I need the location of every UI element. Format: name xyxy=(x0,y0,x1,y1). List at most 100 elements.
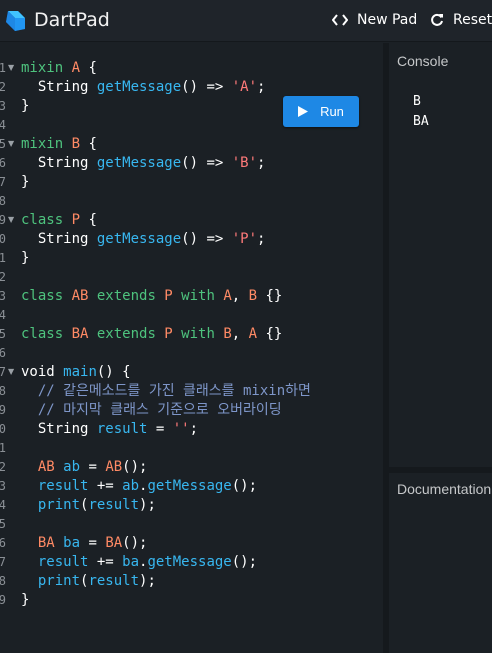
code-token: B xyxy=(248,288,258,304)
code-token: A xyxy=(71,60,81,76)
line-number: 3 xyxy=(0,479,6,493)
code-token: // 마지막 클래스 기준으로 오버라이딩 xyxy=(21,402,282,418)
line-number: 9 xyxy=(0,213,6,227)
code-token: P xyxy=(164,288,173,304)
code-line[interactable]: class AB extends P with A, B {} xyxy=(21,287,282,306)
console-panel: Console B BA xyxy=(389,43,492,467)
line-number: 5 xyxy=(0,137,6,151)
code-token: } xyxy=(21,98,30,114)
code-line[interactable]: } xyxy=(21,591,29,610)
code-token: { xyxy=(80,136,97,152)
code-line[interactable]: mixin A { xyxy=(21,59,97,78)
code-line[interactable]: // 같은메소드를 가진 클래스를 mixin하면 xyxy=(21,382,311,401)
code-token: String xyxy=(21,421,97,437)
run-button[interactable]: Run xyxy=(283,96,359,127)
code-line[interactable]: AB ab = AB(); xyxy=(21,458,148,477)
code-token: ); xyxy=(139,573,156,589)
code-token: B xyxy=(71,136,81,152)
console-output-line: B xyxy=(413,94,421,109)
code-token: AB xyxy=(105,459,123,475)
code-token: (); xyxy=(122,535,148,551)
code-token: result xyxy=(88,573,140,589)
code-token: } xyxy=(21,250,30,266)
console-output-line: BA xyxy=(413,114,429,129)
line-number: 7 xyxy=(0,555,6,569)
line-number: 1 xyxy=(0,61,6,75)
code-token: } xyxy=(21,174,30,190)
code-line[interactable]: mixin B { xyxy=(21,135,97,154)
code-token: () => xyxy=(181,79,232,95)
line-number: 7 xyxy=(0,365,6,379)
fold-arrow-icon[interactable]: ▼ xyxy=(8,367,14,376)
code-line[interactable]: print(result); xyxy=(21,572,156,591)
code-token: mixin xyxy=(21,136,72,152)
code-token: } xyxy=(21,592,30,608)
code-line[interactable]: // 마지막 클래스 기준으로 오버라이딩 xyxy=(21,401,282,420)
line-number: 6 xyxy=(0,346,6,360)
code-token: String xyxy=(21,231,97,247)
code-token: getMessage xyxy=(96,231,182,247)
line-number: 6 xyxy=(0,156,6,170)
line-number: 5 xyxy=(0,517,6,531)
dart-logo-icon xyxy=(6,11,25,31)
code-token: BA xyxy=(71,326,89,342)
code-token: extends xyxy=(88,288,165,304)
code-token: (); xyxy=(231,554,258,570)
code-token: result xyxy=(21,554,89,570)
code-token: getMessage xyxy=(147,478,232,494)
code-token: += xyxy=(88,478,123,494)
code-line[interactable]: String result = ''; xyxy=(21,420,198,439)
code-token: A xyxy=(223,288,232,304)
new-pad-button[interactable]: New Pad xyxy=(332,12,417,28)
code-token: {} xyxy=(257,326,283,342)
line-number: 8 xyxy=(0,384,6,398)
code-line[interactable]: void main() { xyxy=(21,363,131,382)
code-line[interactable]: print(result); xyxy=(21,496,156,515)
fold-arrow-icon[interactable]: ▼ xyxy=(8,215,14,224)
line-number: 8 xyxy=(0,194,6,208)
code-token: ab xyxy=(122,478,140,494)
code-token: ba xyxy=(63,535,81,551)
code-line[interactable]: BA ba = BA(); xyxy=(21,534,148,553)
code-token: mixin xyxy=(21,60,72,76)
app-title: DartPad xyxy=(34,9,110,31)
run-label: Run xyxy=(320,104,344,119)
code-token: (); xyxy=(231,478,258,494)
code-token: BA xyxy=(105,535,123,551)
code-line[interactable]: class BA extends P with B, A {} xyxy=(21,325,282,344)
code-token: {} xyxy=(257,288,283,304)
code-line[interactable]: result += ab.getMessage(); xyxy=(21,477,257,496)
code-line[interactable]: String getMessage() => 'A'; xyxy=(21,78,266,97)
code-line[interactable]: result += ba.getMessage(); xyxy=(21,553,257,572)
code-token: class xyxy=(21,212,72,228)
fold-arrow-icon[interactable]: ▼ xyxy=(8,63,14,72)
code-token: 'A' xyxy=(231,79,258,95)
line-number: 2 xyxy=(0,80,6,94)
line-number: 3 xyxy=(0,99,6,113)
fold-arrow-icon[interactable]: ▼ xyxy=(8,139,14,148)
line-number-gutter: 1 ▼ 2 3 4 5 ▼ 6 7 8 9 ▼ 0 1 2 3 4 5 6 7 ▼ 8 9 0 1 2 3 4 5 6 7 8 9 xyxy=(0,43,16,653)
code-token: result xyxy=(96,421,148,437)
code-token: AB xyxy=(71,288,89,304)
code-line[interactable]: } xyxy=(21,173,29,192)
console-title: Console xyxy=(397,53,449,69)
code-line[interactable]: } xyxy=(21,249,29,268)
line-number: 3 xyxy=(0,289,6,303)
line-number: 1 xyxy=(0,251,6,265)
reset-button[interactable]: Reset xyxy=(430,12,492,28)
code-line[interactable]: } xyxy=(21,97,29,116)
code-token: ab xyxy=(63,459,81,475)
code-token: += xyxy=(88,554,123,570)
code-line[interactable]: String getMessage() => 'B'; xyxy=(21,154,266,173)
documentation-panel: Documentation xyxy=(389,473,492,653)
code-line[interactable]: class P { xyxy=(21,211,97,230)
documentation-title: Documentation xyxy=(397,481,492,497)
code-editor[interactable]: 1 ▼ 2 3 4 5 ▼ 6 7 8 9 ▼ 0 1 2 3 4 5 6 7 ▼ 8 9 0 1 2 3 4 5 6 7 8 9 mixin … xyxy=(0,43,383,653)
new-pad-label: New Pad xyxy=(357,12,418,28)
line-number: 1 xyxy=(0,441,6,455)
refresh-icon xyxy=(431,13,443,26)
code-line[interactable]: String getMessage() => 'P'; xyxy=(21,230,266,249)
code-token: () => xyxy=(181,155,232,171)
line-number: 0 xyxy=(0,422,6,436)
code-token: with xyxy=(172,326,224,342)
